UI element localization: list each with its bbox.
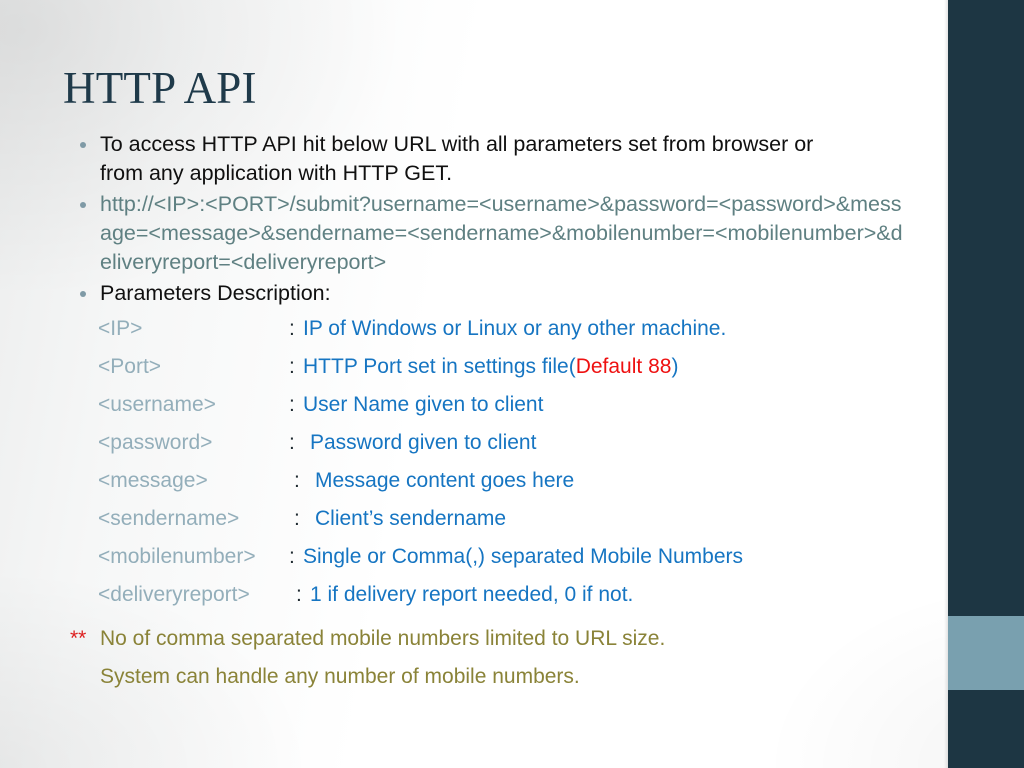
parameter-row: <Port>: HTTP Port set in settings file(De…	[0, 348, 948, 386]
parameter-description: Client’s sendername	[315, 507, 507, 530]
parameter-colon: :	[294, 507, 300, 530]
parameter-row: <username>: User Name given to client	[0, 386, 948, 424]
parameter-name: <username>	[98, 393, 216, 416]
bullet-dot-icon	[80, 142, 86, 148]
parameter-name: <sendername>	[98, 507, 240, 530]
bullet-item-access-info: To access HTTP API hit below URL with al…	[0, 130, 948, 188]
parameter-name: <password>	[98, 431, 213, 454]
bullet-dot-icon	[80, 202, 86, 208]
parameter-description: Single or Comma(,) separated Mobile Numb…	[303, 545, 744, 568]
parameter-colon: :	[294, 469, 300, 492]
parameter-name: <message>	[98, 469, 208, 492]
parameter-row: <IP>: IP of Windows or Linux or any other…	[0, 310, 948, 348]
parameter-description: IP of Windows or Linux or any other mach…	[303, 317, 727, 340]
parameters-table: <IP>: IP of Windows or Linux or any other…	[0, 310, 948, 614]
slide-canvas: HTTP API To access HTTP API hit below UR…	[0, 0, 1024, 768]
parameter-colon: :	[296, 583, 302, 606]
footnote-line-1-text: No of comma separated mobile numbers lim…	[100, 627, 666, 650]
parameter-colon: :	[289, 317, 295, 340]
slide-body: To access HTTP API hit below URL with al…	[0, 130, 948, 696]
bullet-text-parameters-heading: Parameters Description:	[100, 281, 331, 305]
parameter-colon: :	[289, 545, 295, 568]
parameter-row: <password>: Password given to client	[0, 424, 948, 462]
parameter-description: Message content goes here	[315, 469, 575, 492]
parameter-description-suffix: )	[671, 355, 679, 378]
parameter-name: <mobilenumber>	[98, 545, 256, 568]
bullet-text-access-info: To access HTTP API hit below URL with al…	[100, 132, 814, 185]
footnote-asterisks: **	[70, 627, 87, 650]
parameter-description: Password given to client	[310, 431, 537, 454]
bullet-item-parameters-heading: Parameters Description:	[0, 279, 948, 308]
bullet-text-api-url: http://<IP>:<PORT>/submit?username=<user…	[100, 192, 903, 274]
footnote-line-1: ** No of comma separated mobile numbers …	[0, 620, 948, 658]
sidebar-decoration-accent	[948, 616, 1024, 690]
parameter-colon: :	[289, 431, 295, 454]
parameter-name: <deliveryreport>	[98, 583, 250, 606]
parameter-description: HTTP Port set in settings file(Default 8…	[303, 348, 678, 386]
parameter-name: <IP>	[98, 317, 143, 340]
parameter-row: <mobilenumber>: Single or Comma(,) separa…	[0, 538, 948, 576]
parameter-colon: :	[289, 355, 295, 378]
footnote-block: ** No of comma separated mobile numbers …	[0, 620, 948, 696]
parameter-name: <Port>	[98, 355, 162, 378]
parameter-row: <sendername>: Client’s sendername	[0, 500, 948, 538]
parameter-row: <deliveryreport>:1 if delivery report ne…	[0, 576, 948, 614]
slide-title: HTTP API	[63, 63, 257, 113]
parameter-colon: :	[289, 393, 295, 416]
parameter-description: 1 if delivery report needed, 0 if not.	[310, 583, 634, 606]
footnote-line-2-text: System can handle any number of mobile n…	[100, 665, 580, 688]
bullet-dot-icon	[80, 291, 86, 297]
parameter-row: <message>: Message content goes here	[0, 462, 948, 500]
bullet-item-api-url: http://<IP>:<PORT>/submit?username=<user…	[0, 190, 948, 277]
parameter-default-value: Default 88	[575, 355, 672, 378]
parameter-description-prefix: HTTP Port set in settings file(	[303, 355, 576, 378]
parameter-description: User Name given to client	[303, 393, 544, 416]
